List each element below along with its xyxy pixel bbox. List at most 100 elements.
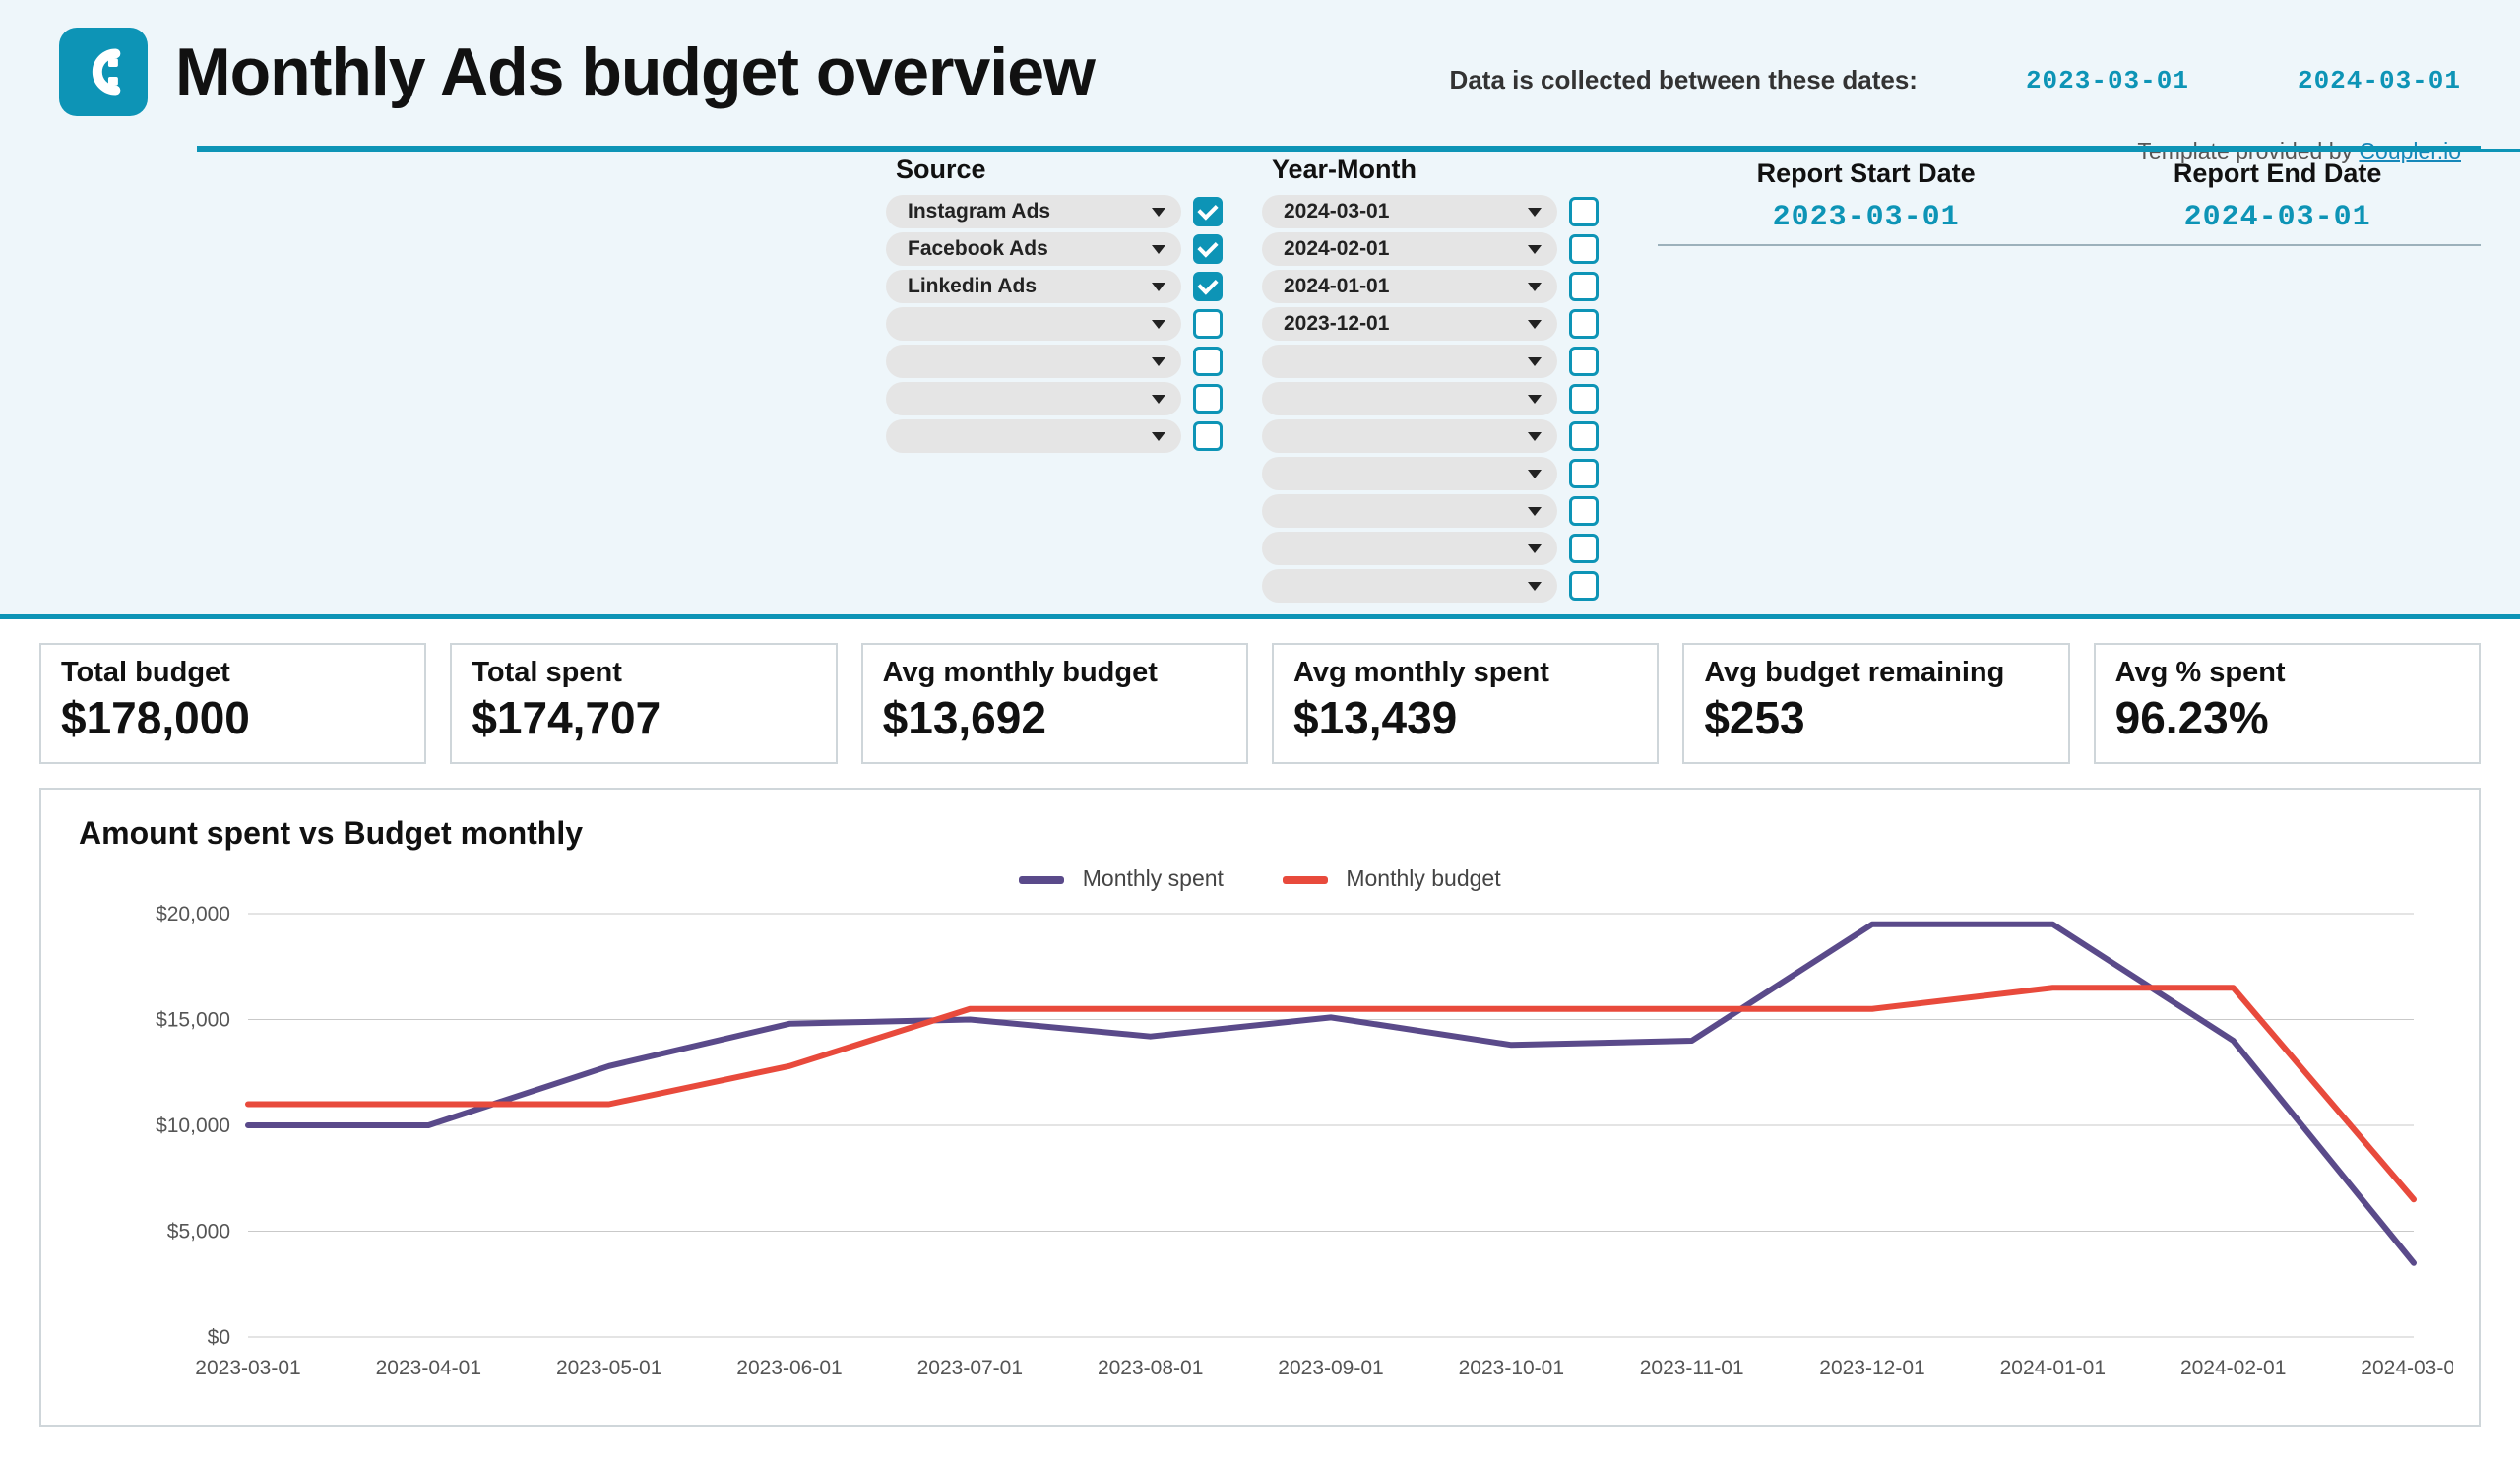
x-tick-label: 2024-01-01 [2000, 1357, 2106, 1379]
page-title: Monthly Ads budget overview [175, 33, 1095, 110]
kpi-card-5: Avg % spent 96.23% [2094, 643, 2481, 764]
yearmonth-dropdown-3[interactable]: 2023-12-01 [1262, 307, 1557, 341]
x-tick-label: 2024-02-01 [2180, 1357, 2286, 1379]
legend-spent: Monthly spent [1019, 865, 1224, 892]
yearmonth-dropdown-8[interactable] [1262, 494, 1557, 528]
source-checkbox-0[interactable] [1193, 197, 1223, 226]
chevron-down-icon [1528, 395, 1542, 404]
kpi-value: 96.23% [2115, 691, 2459, 744]
source-filter-column: Source Instagram Ads Facebook Ads Linked… [886, 149, 1223, 606]
chevron-down-icon [1528, 432, 1542, 441]
source-dropdown-6[interactable] [886, 419, 1181, 453]
x-tick-label: 2024-03-01 [2361, 1357, 2453, 1379]
chevron-down-icon [1152, 283, 1166, 291]
yearmonth-checkbox-0[interactable] [1569, 197, 1599, 226]
x-tick-label: 2023-06-01 [736, 1357, 842, 1379]
chart-legend: Monthly spent Monthly budget [71, 865, 2449, 892]
source-dropdown-3[interactable] [886, 307, 1181, 341]
yearmonth-checkbox-3[interactable] [1569, 309, 1599, 339]
y-tick-label: $20,000 [156, 904, 230, 925]
yearmonth-dropdown-label: 2024-01-01 [1284, 275, 1389, 298]
source-checkbox-3[interactable] [1193, 309, 1223, 339]
legend-budget: Monthly budget [1283, 865, 1501, 892]
header-area: Monthly Ads budget overview Data is coll… [0, 0, 2520, 619]
collection-dates: Data is collected between these dates: 2… [1450, 65, 2461, 96]
yearmonth-dropdown-label: 2023-12-01 [1284, 312, 1389, 336]
yearmonth-dropdown-6[interactable] [1262, 419, 1557, 453]
x-tick-label: 2023-10-01 [1459, 1357, 1564, 1379]
source-checkbox-4[interactable] [1193, 347, 1223, 376]
source-dropdown-label: Linkedin Ads [908, 275, 1037, 298]
yearmonth-dropdown-9[interactable] [1262, 532, 1557, 565]
collection-dates-label: Data is collected between these dates: [1450, 65, 1918, 96]
kpi-label: Avg monthly spent [1293, 657, 1637, 689]
source-checkbox-2[interactable] [1193, 272, 1223, 301]
yearmonth-checkbox-2[interactable] [1569, 272, 1599, 301]
chevron-down-icon [1528, 582, 1542, 591]
chevron-down-icon [1528, 283, 1542, 291]
chevron-down-icon [1528, 507, 1542, 516]
yearmonth-checkbox-7[interactable] [1569, 459, 1599, 488]
kpi-label: Avg monthly budget [883, 657, 1227, 689]
yearmonth-checkbox-1[interactable] [1569, 234, 1599, 264]
chart-card: Amount spent vs Budget monthly Monthly s… [39, 788, 2481, 1427]
y-tick-label: $15,000 [156, 1009, 230, 1032]
report-end-label: Report End Date [2174, 159, 2382, 189]
x-tick-label: 2023-09-01 [1278, 1357, 1383, 1379]
chevron-down-icon [1152, 245, 1166, 254]
kpi-value: $178,000 [61, 691, 405, 744]
yearmonth-dropdown-5[interactable] [1262, 382, 1557, 415]
kpi-value: $253 [1704, 691, 2048, 744]
source-checkbox-5[interactable] [1193, 384, 1223, 414]
chevron-down-icon [1152, 208, 1166, 217]
collection-start-date: 2023-03-01 [2026, 66, 2189, 96]
chart-title: Amount spent vs Budget monthly [79, 815, 2449, 852]
chevron-down-icon [1152, 357, 1166, 366]
x-tick-label: 2023-04-01 [376, 1357, 481, 1379]
series-monthly-spent [248, 924, 2414, 1263]
source-checkbox-6[interactable] [1193, 421, 1223, 451]
y-tick-label: $5,000 [167, 1221, 230, 1243]
report-start-date: 2023-03-01 [1757, 201, 1976, 234]
yearmonth-checkbox-5[interactable] [1569, 384, 1599, 414]
report-end-date: 2024-03-01 [2174, 201, 2382, 234]
x-tick-label: 2023-12-01 [1819, 1357, 1924, 1379]
yearmonth-checkbox-10[interactable] [1569, 571, 1599, 601]
yearmonth-checkbox-4[interactable] [1569, 347, 1599, 376]
chevron-down-icon [1528, 320, 1542, 329]
kpi-card-4: Avg budget remaining $253 [1682, 643, 2069, 764]
source-checkbox-1[interactable] [1193, 234, 1223, 264]
chevron-down-icon [1528, 544, 1542, 553]
x-tick-label: 2023-03-01 [195, 1357, 300, 1379]
yearmonth-checkbox-6[interactable] [1569, 421, 1599, 451]
kpi-card-1: Total spent $174,707 [450, 643, 837, 764]
chevron-down-icon [1528, 470, 1542, 478]
yearmonth-checkbox-8[interactable] [1569, 496, 1599, 526]
year-month-header: Year-Month [1262, 149, 1599, 191]
yearmonth-dropdown-10[interactable] [1262, 569, 1557, 603]
yearmonth-dropdown-0[interactable]: 2024-03-01 [1262, 195, 1557, 228]
yearmonth-dropdown-2[interactable]: 2024-01-01 [1262, 270, 1557, 303]
line-chart: $0$5,000$10,000$15,000$20,0002023-03-012… [71, 904, 2453, 1396]
report-dates-block: Report Start Date 2023-03-01 Report End … [1658, 149, 2481, 606]
kpi-label: Avg budget remaining [1704, 657, 2048, 689]
yearmonth-dropdown-4[interactable] [1262, 345, 1557, 378]
source-dropdown-2[interactable]: Linkedin Ads [886, 270, 1181, 303]
chevron-down-icon [1152, 432, 1166, 441]
coupler-logo [59, 28, 148, 116]
yearmonth-checkbox-9[interactable] [1569, 534, 1599, 563]
x-tick-label: 2023-05-01 [556, 1357, 662, 1379]
kpi-value: $174,707 [472, 691, 815, 744]
source-dropdown-5[interactable] [886, 382, 1181, 415]
yearmonth-dropdown-label: 2024-03-01 [1284, 200, 1389, 223]
coupler-logo-icon [73, 41, 134, 102]
yearmonth-dropdown-label: 2024-02-01 [1284, 237, 1389, 261]
source-dropdown-0[interactable]: Instagram Ads [886, 195, 1181, 228]
source-dropdown-label: Instagram Ads [908, 200, 1050, 223]
x-tick-label: 2023-08-01 [1098, 1357, 1203, 1379]
yearmonth-dropdown-7[interactable] [1262, 457, 1557, 490]
source-dropdown-label: Facebook Ads [908, 237, 1048, 261]
source-dropdown-4[interactable] [886, 345, 1181, 378]
source-dropdown-1[interactable]: Facebook Ads [886, 232, 1181, 266]
yearmonth-dropdown-1[interactable]: 2024-02-01 [1262, 232, 1557, 266]
